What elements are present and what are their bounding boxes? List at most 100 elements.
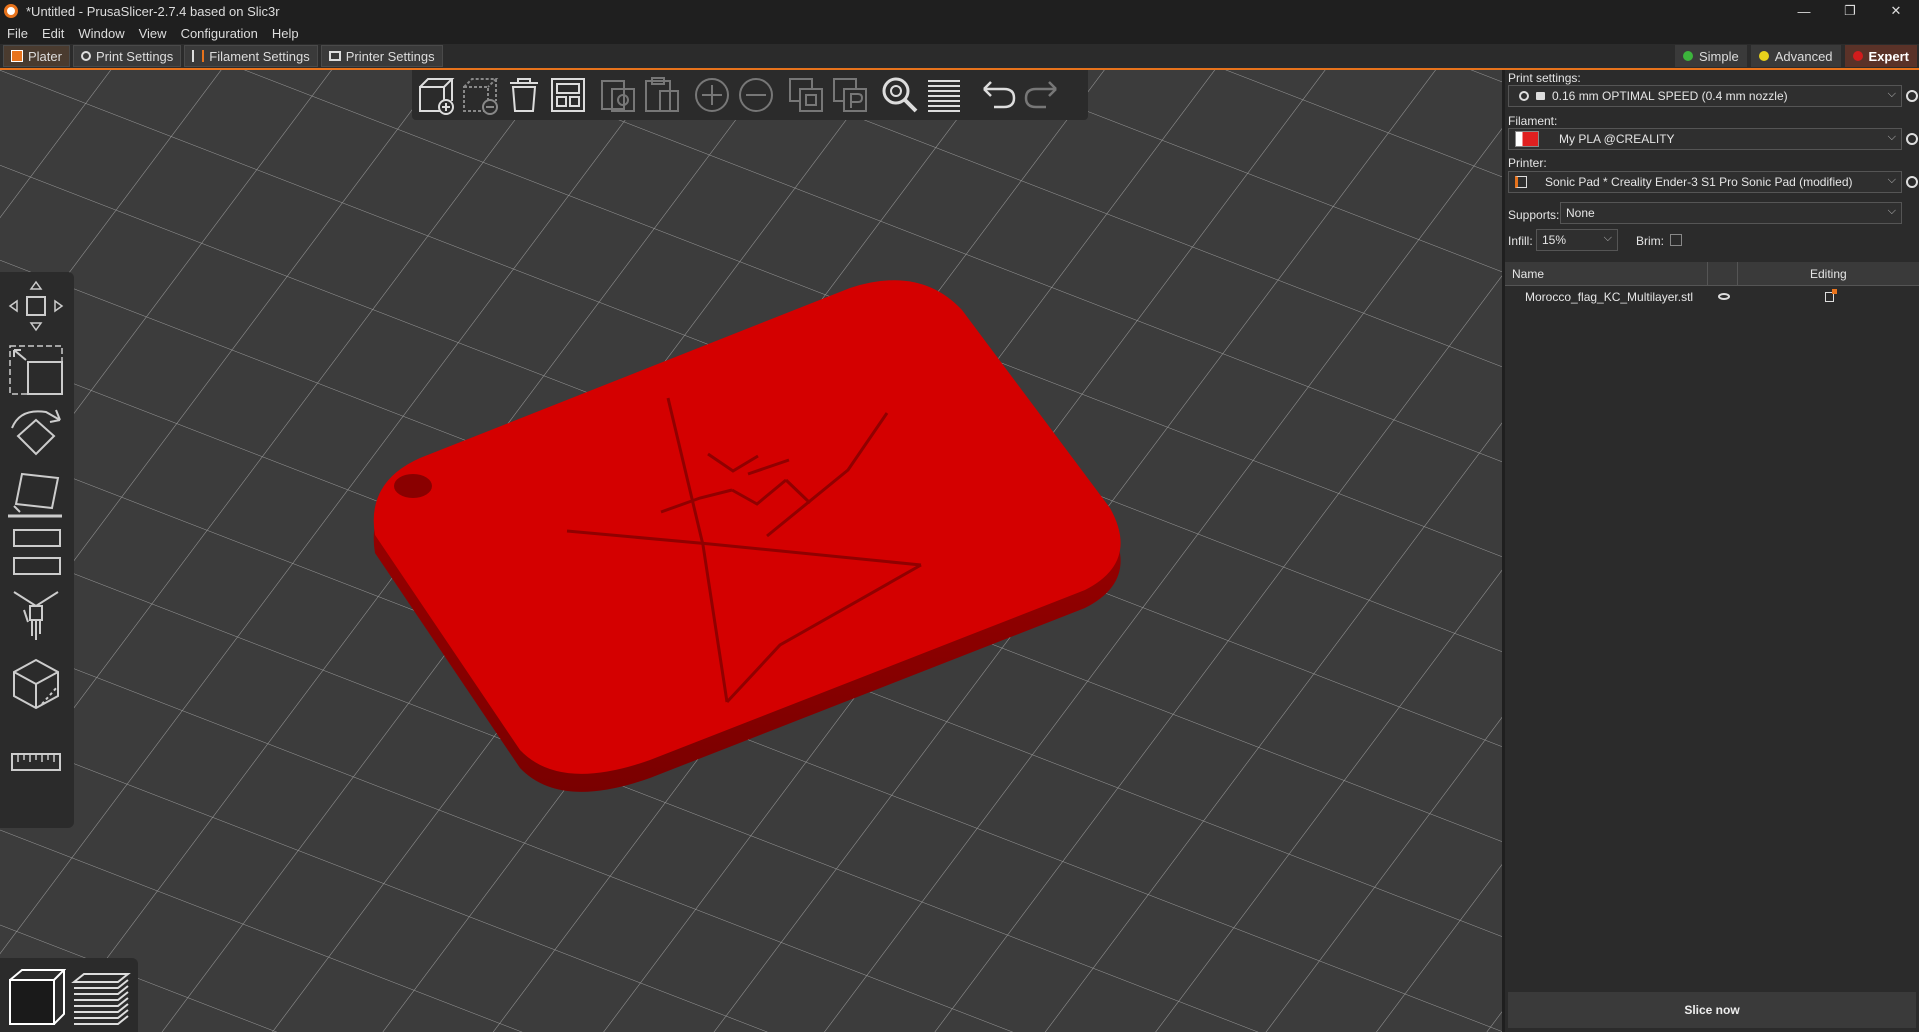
menu-bar: File Edit Window View Configuration Help [0,22,1919,44]
redo-icon[interactable] [1022,75,1062,115]
supports-label: Supports: [1508,208,1560,222]
chevron-down-icon: ⌵ [1887,174,1896,186]
eye-icon[interactable] [1718,293,1730,300]
mode-advanced[interactable]: Advanced [1750,45,1841,67]
preview-icon[interactable] [70,966,132,1028]
filament-icon [192,50,205,62]
delete-all-icon[interactable] [504,75,544,115]
print-settings-cog-icon[interactable] [1906,90,1918,102]
tab-print-settings[interactable]: Print Settings [72,45,182,67]
infill-label: Infill: [1508,234,1533,248]
filament-cog-icon[interactable] [1906,133,1918,145]
menu-configuration[interactable]: Configuration [174,26,265,41]
move-icon[interactable] [6,278,66,334]
maximize-button[interactable]: ❐ [1827,0,1873,22]
tab-filament-settings-label: Filament Settings [209,48,310,64]
filament-color-swatch [1515,131,1539,147]
infill-combo[interactable]: 15% ⌵ [1536,229,1618,251]
seam-painting-icon[interactable] [6,656,66,712]
split-objects-icon[interactable] [786,75,826,115]
supports-value: None [1566,206,1595,220]
printer-icon [1515,176,1527,188]
slice-now-button[interactable]: Slice now [1508,992,1916,1028]
menu-window[interactable]: Window [71,26,131,41]
title-bar: *Untitled - PrusaSlicer-2.7.4 based on S… [0,0,1919,22]
minimize-button[interactable]: — [1781,0,1827,22]
view-toolbar [0,958,138,1032]
print-settings-label: Print settings: [1508,71,1581,85]
copy-icon[interactable] [598,75,638,115]
print-settings-value: 0.16 mm OPTIMAL SPEED (0.4 mm nozzle) [1552,89,1788,103]
brim-checkbox[interactable] [1670,234,1682,246]
menu-help[interactable]: Help [265,26,306,41]
printer-cog-icon[interactable] [1906,176,1918,188]
tab-printer-settings[interactable]: Printer Settings [320,45,443,67]
infill-value: 15% [1542,233,1567,247]
tab-printer-settings-label: Printer Settings [345,48,435,64]
scene [0,70,1502,1032]
lock-icon [1536,92,1545,100]
printer-label: Printer: [1508,156,1547,170]
rotate-icon[interactable] [6,406,66,462]
filament-label: Filament: [1508,114,1558,128]
printer-value: Sonic Pad * Creality Ender-3 S1 Pro Soni… [1545,175,1853,189]
cut-icon[interactable] [6,526,66,582]
layers-editing-icon[interactable] [924,75,964,115]
object-row[interactable]: Morocco_flag_KC_Multilayer.stl [1505,286,1919,308]
left-toolbar [0,272,74,828]
paste-icon[interactable] [642,75,682,115]
delete-icon[interactable] [460,75,500,115]
tab-print-settings-label: Print Settings [95,48,174,64]
undo-icon[interactable] [978,75,1018,115]
gear-icon [80,51,91,61]
search-icon[interactable] [880,75,920,115]
remove-instance-icon[interactable] [736,75,776,115]
mode-expert[interactable]: Expert [1844,45,1917,67]
place-on-face-icon[interactable] [6,468,66,524]
chevron-down-icon: ⌵ [1887,88,1896,100]
supports-combo[interactable]: None ⌵ [1560,202,1902,224]
print-settings-combo[interactable]: 0.16 mm OPTIMAL SPEED (0.4 mm nozzle) ⌵ [1508,85,1902,107]
tab-filament-settings[interactable]: Filament Settings [184,45,318,67]
mode-expert-label: Expert [1868,48,1909,64]
filament-combo[interactable]: My PLA @CREALITY ⌵ [1508,128,1902,150]
chevron-down-icon: ⌵ [1887,205,1896,217]
column-name[interactable]: Name [1512,267,1544,281]
object-list-header: Name Editing [1505,262,1919,286]
mode-expert-dot [1852,51,1863,61]
mode-advanced-label: Advanced [1774,48,1833,64]
add-instance-icon[interactable] [692,75,732,115]
mode-selector: Simple Advanced Expert [1673,44,1919,68]
paint-supports-icon[interactable] [6,588,66,644]
chevron-down-icon: ⌵ [1603,232,1612,244]
mode-simple-label: Simple [1698,48,1739,64]
mode-simple-dot [1682,51,1693,61]
printer-combo[interactable]: Sonic Pad * Creality Ender-3 S1 Pro Soni… [1508,171,1902,193]
tab-plater-label: Plater [28,48,62,64]
filament-value: My PLA @CREALITY [1559,132,1675,146]
mode-advanced-dot [1758,51,1769,61]
split-parts-icon[interactable] [830,75,870,115]
column-editing[interactable]: Editing [1810,267,1847,281]
chevron-down-icon: ⌵ [1887,131,1896,143]
menu-file[interactable]: File [0,26,35,41]
tab-bar: Plater Print Settings Filament Settings … [0,44,1919,70]
3d-view-icon[interactable] [6,966,66,1028]
close-button[interactable]: ✕ [1873,0,1919,22]
arrange-icon[interactable] [548,75,588,115]
tab-plater[interactable]: Plater [3,45,70,67]
edit-settings-badge [1832,289,1837,294]
add-icon[interactable] [416,75,456,115]
object-name[interactable]: Morocco_flag_KC_Multilayer.stl [1525,290,1693,304]
window-title: *Untitled - PrusaSlicer-2.7.4 based on S… [26,3,280,19]
menu-edit[interactable]: Edit [35,26,71,41]
top-toolbar [412,70,1088,120]
mode-simple[interactable]: Simple [1674,45,1747,67]
gear-icon [1519,91,1529,101]
plater-icon [11,50,23,62]
keyring-hole [394,474,432,498]
measure-icon[interactable] [6,732,66,788]
menu-view[interactable]: View [132,26,174,41]
scale-icon[interactable] [6,342,66,398]
3d-viewport[interactable] [0,70,1502,1032]
